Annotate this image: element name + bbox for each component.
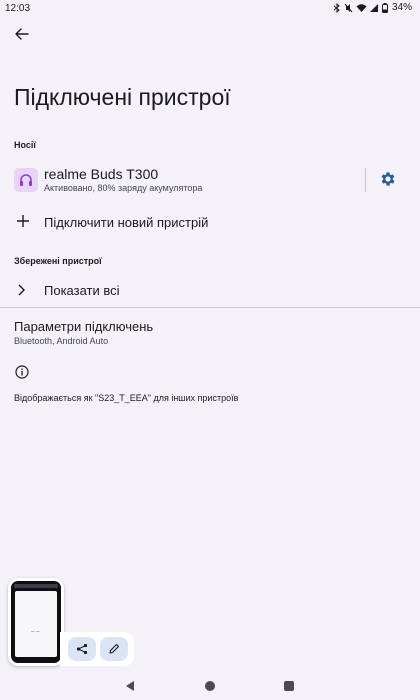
share-icon [76, 643, 88, 655]
device-visibility-text: Відображається як "S23_T_EEA" для інших … [14, 393, 239, 403]
page-title: Підключені пристрої [14, 84, 231, 110]
headphones-icon [20, 174, 32, 186]
status-time: 12:03 [5, 3, 31, 14]
connection-preferences-title: Параметри підключень [14, 319, 154, 334]
arrow-back-icon [15, 28, 29, 40]
mute-icon [344, 3, 353, 12]
nav-recents-button[interactable] [284, 681, 294, 691]
pair-new-device-label: Підключити новий пристрій [44, 215, 209, 230]
battery-percent: 34% [391, 2, 412, 13]
device-settings-button[interactable] [379, 170, 397, 188]
connection-preferences-subtitle: Bluetooth, Android Auto [14, 336, 109, 346]
chevron-right-icon [18, 284, 25, 296]
gear-icon [381, 172, 395, 186]
nav-back-icon[interactable] [125, 680, 135, 692]
edit-button[interactable] [100, 637, 128, 661]
show-all-label: Показати всі [44, 283, 120, 298]
device-divider [365, 168, 366, 192]
share-button[interactable] [68, 637, 96, 661]
screenshot-thumbnail[interactable]: – – [8, 578, 64, 666]
navigation-bar [0, 674, 420, 700]
device-name: realme Buds T300 [44, 166, 159, 182]
connection-preferences-row[interactable]: Параметри підключень Bluetooth, Android … [0, 318, 420, 350]
thumbnail-dots: – – [31, 629, 40, 635]
wifi-icon [356, 3, 367, 12]
thumbnail-top-bar [14, 584, 58, 588]
divider [0, 307, 420, 308]
battery-icon [381, 2, 388, 13]
edit-icon [109, 643, 120, 654]
pair-new-device-row[interactable]: Підключити новий пристрій [0, 210, 420, 236]
media-section-header: Носії [14, 140, 36, 150]
saved-section-header: Збережені пристрої [14, 256, 102, 266]
back-button[interactable] [10, 24, 34, 44]
signal-icon [369, 3, 378, 12]
device-status: Активовано, 80% заряду акумулятора [44, 183, 203, 193]
screenshot-actions [60, 632, 134, 666]
bluetooth-icon [333, 2, 340, 13]
device-icon-container [14, 168, 38, 192]
info-icon [15, 365, 29, 379]
thumbnail-content: – – [15, 591, 57, 657]
device-row-realme-buds[interactable]: realme Buds T300 Активовано, 80% заряду … [0, 164, 420, 198]
show-all-row[interactable]: Показати всі [0, 279, 420, 303]
nav-home-button[interactable] [205, 681, 215, 691]
plus-icon [17, 215, 29, 227]
status-icons: 34% [333, 2, 412, 13]
status-bar: 12:03 34% [0, 0, 420, 16]
screenshot-thumbnail-image: – – [11, 581, 61, 663]
